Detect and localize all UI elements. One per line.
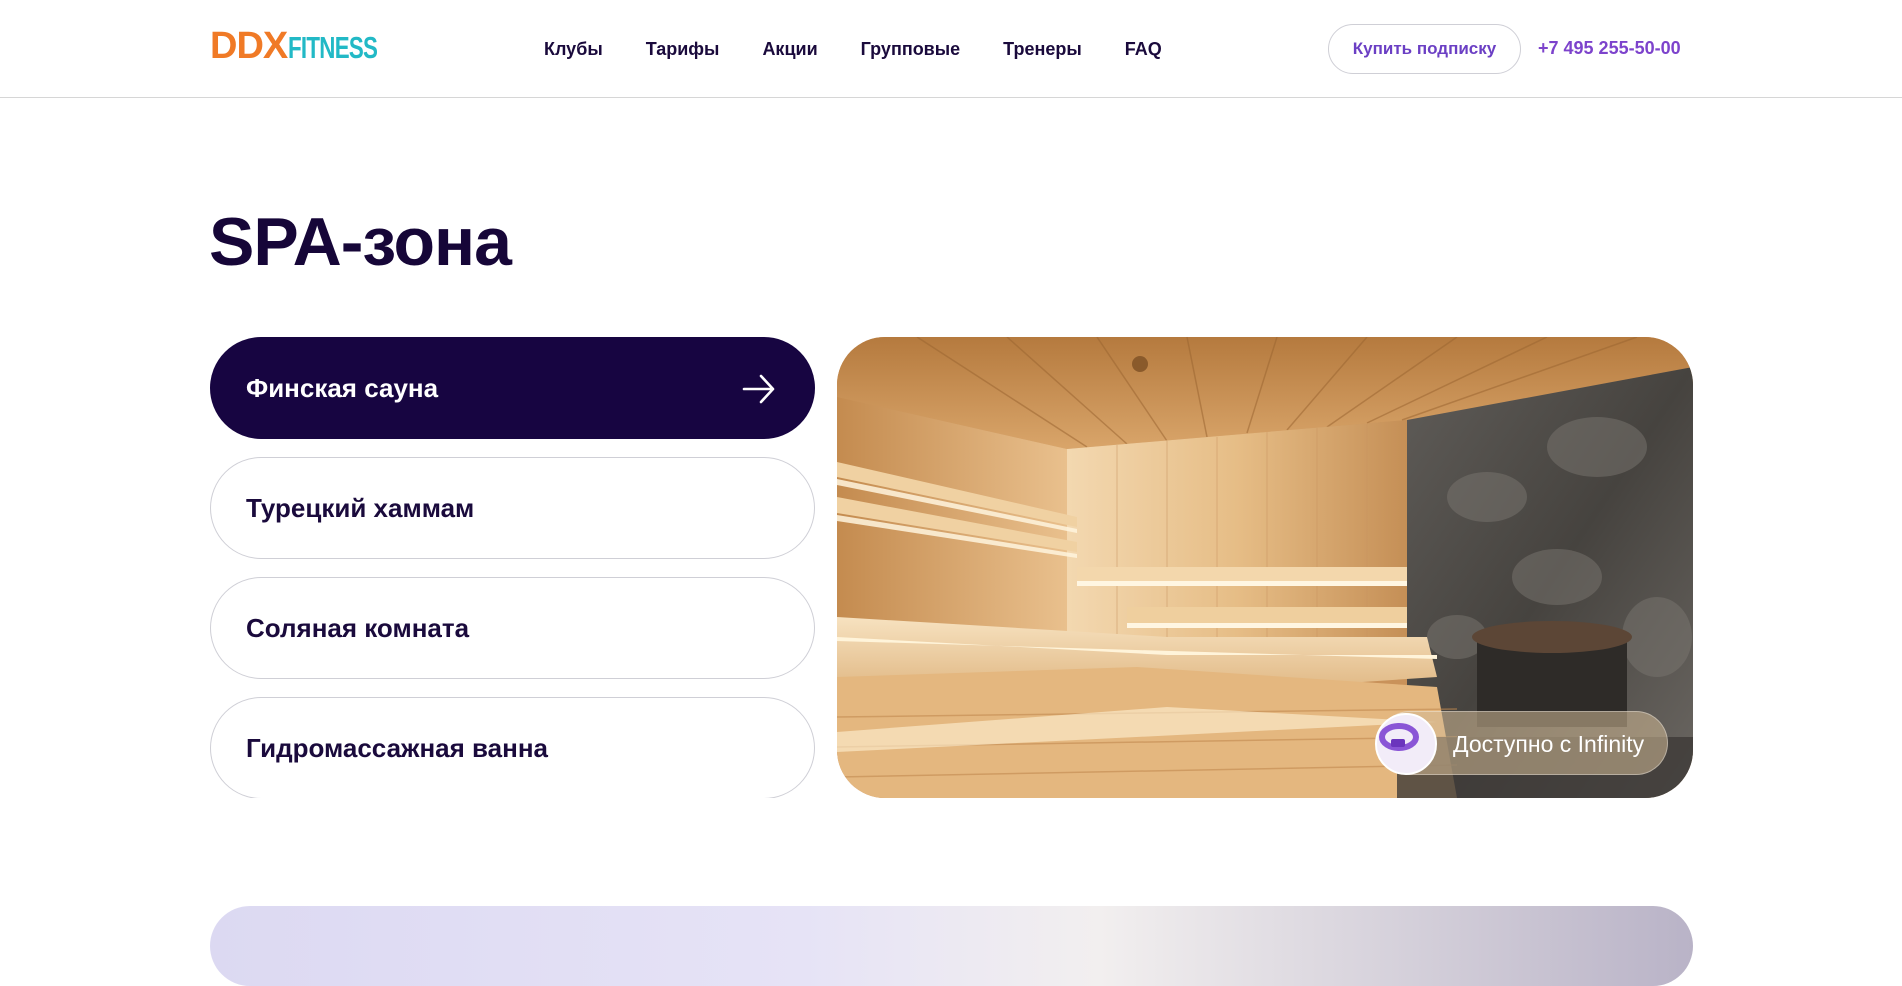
option-label: Гидромассажная ванна	[246, 733, 548, 764]
nav-item-group-classes[interactable]: Групповые	[861, 39, 960, 60]
buy-subscription-button[interactable]: Купить подписку	[1328, 24, 1521, 74]
option-label: Соляная комната	[246, 613, 469, 644]
logo-ddx-text: DDX	[210, 28, 287, 64]
nav-item-faq[interactable]: FAQ	[1125, 39, 1162, 60]
option-turkish-hammam[interactable]: Турецкий хаммам	[210, 457, 815, 559]
spa-options-list: Финская сауна Турецкий хаммам Соляная ко…	[210, 337, 815, 798]
nav-item-promotions[interactable]: Акции	[762, 39, 817, 60]
site-header: DDX FITNESS Клубы Тарифы Акции Групповые…	[0, 0, 1902, 98]
ddx-fitness-logo[interactable]: DDX FITNESS	[210, 28, 412, 64]
option-label: Финская сауна	[246, 373, 438, 404]
phone-link[interactable]: +7 495 255-50-00	[1538, 38, 1681, 59]
main-nav: Клубы Тарифы Акции Групповые Тренеры FAQ	[544, 0, 1205, 98]
next-section-banner	[210, 906, 1693, 986]
option-finnish-sauna[interactable]: Финская сауна	[210, 337, 815, 439]
arrow-right-icon	[742, 373, 776, 405]
badge-label: Доступно с Infinity	[1453, 731, 1644, 758]
option-label: Турецкий хаммам	[246, 493, 474, 524]
nav-item-clubs[interactable]: Клубы	[544, 39, 603, 60]
section-title: SPA-зона	[209, 202, 511, 282]
option-hydromassage-bath[interactable]: Гидромассажная ванна	[210, 697, 815, 798]
wristband-icon	[1375, 713, 1437, 775]
logo-fitness-text: FITNESS	[288, 31, 377, 64]
sauna-photo: Доступно с Infinity	[837, 337, 1693, 798]
option-salt-room[interactable]: Соляная комната	[210, 577, 815, 679]
nav-item-tariffs[interactable]: Тарифы	[646, 39, 720, 60]
nav-item-trainers[interactable]: Тренеры	[1003, 39, 1082, 60]
availability-badge: Доступно с Infinity	[1378, 711, 1668, 775]
